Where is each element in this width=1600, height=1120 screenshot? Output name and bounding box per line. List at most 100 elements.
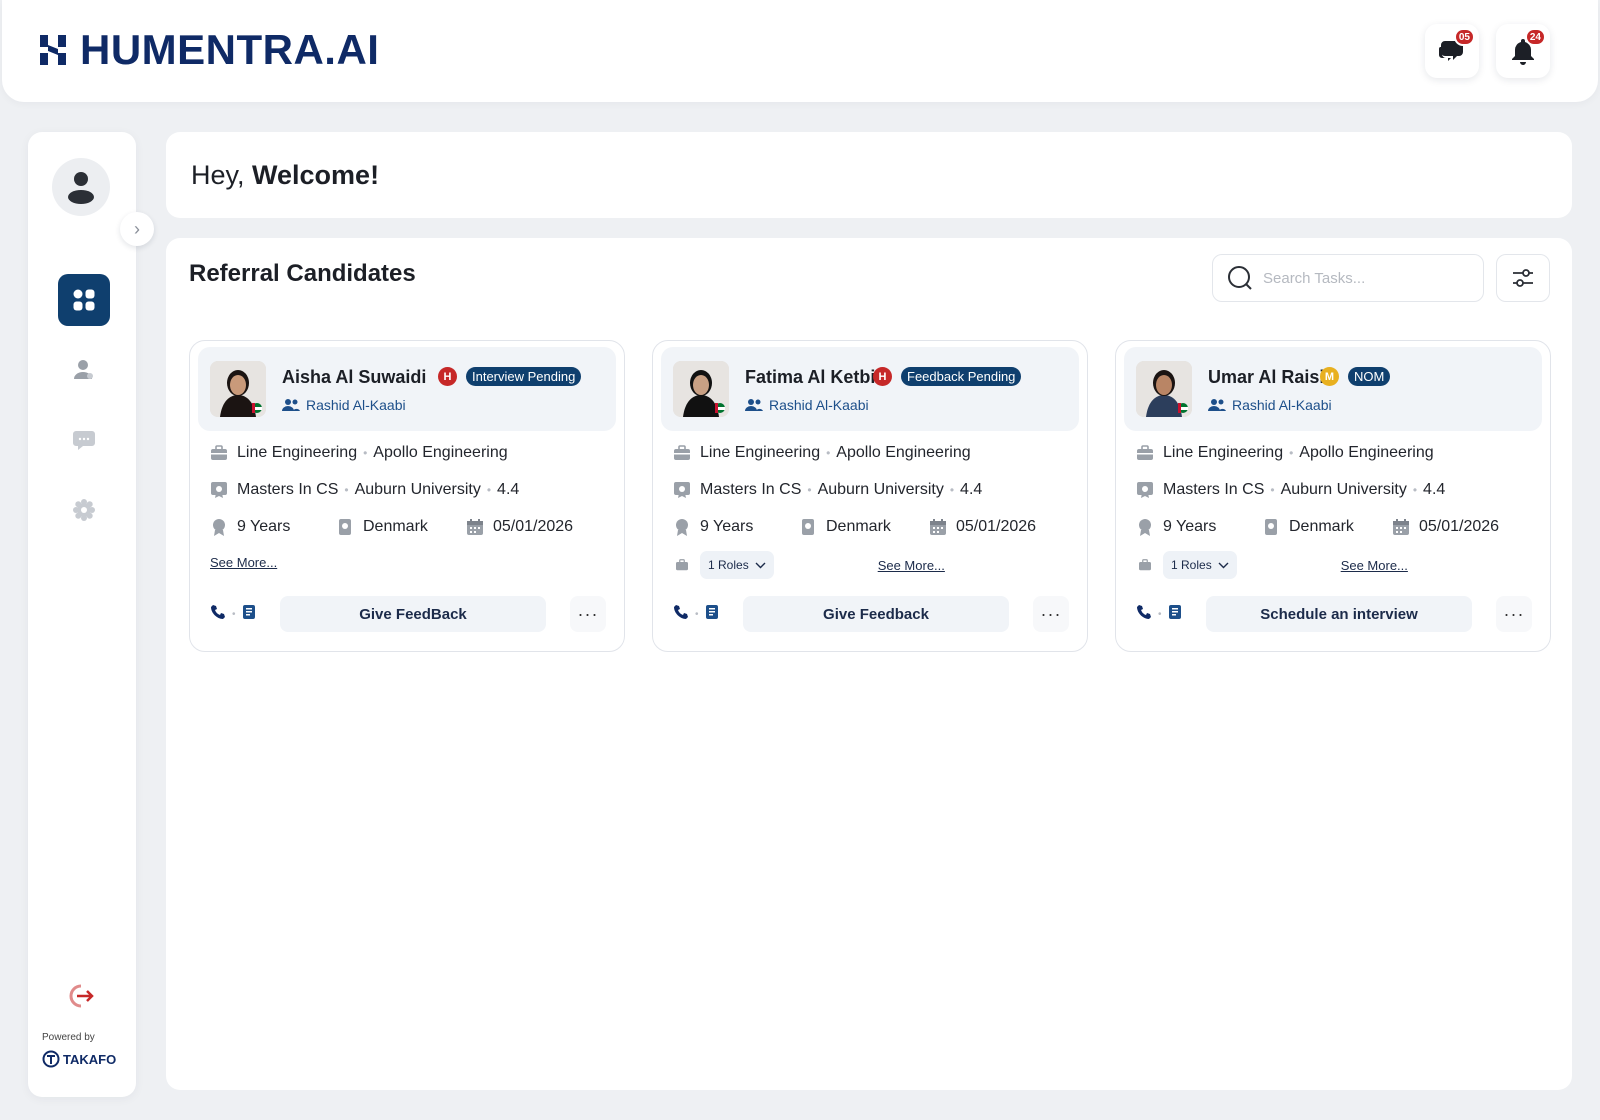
sidebar-item-dashboard[interactable] [58, 274, 110, 326]
separator-dot: • [344, 483, 349, 497]
status-badge: NOM [1348, 367, 1391, 386]
brand-logo[interactable]: HUMENTRA.AI [38, 28, 379, 72]
priority-badge: M [1320, 367, 1339, 386]
country: Denmark [826, 518, 891, 535]
separator-dot: • [232, 608, 236, 620]
briefcase-icon [673, 444, 691, 462]
separator-dot: • [695, 608, 699, 620]
candidate-name[interactable]: Umar Al Raisi [1208, 367, 1324, 388]
primary-action-button[interactable]: Give Feedback [743, 596, 1009, 632]
passport-icon [1262, 518, 1280, 536]
degree: Masters In CS [237, 481, 339, 498]
partner-mark-icon [42, 1050, 60, 1068]
priority-badge: H [438, 367, 457, 386]
resume-icon[interactable] [705, 604, 719, 625]
passport-icon [799, 518, 817, 536]
sidebar-item-settings[interactable] [58, 484, 110, 536]
search-icon [1228, 266, 1252, 290]
chat-icon [73, 431, 95, 450]
welcome-emphasis: Welcome! [252, 160, 380, 190]
candidate-card[interactable]: Umar Al Raisi M NOM Rashid Al-Kaabi Line… [1115, 340, 1551, 652]
meta-row: 9 Years Denmark 05/01/2026 [673, 518, 1036, 536]
messages-button[interactable]: 05 [1425, 24, 1479, 78]
candidate-name[interactable]: Fatima Al Ketbi [745, 367, 875, 388]
candidate-card[interactable]: Fatima Al Ketbi H Feedback Pending Rashi… [652, 340, 1088, 652]
chevron-right-icon: › [134, 218, 140, 239]
phone-icon[interactable] [673, 604, 689, 625]
see-more-link[interactable]: See More... [210, 555, 277, 570]
department: Line Engineering [700, 444, 821, 461]
degree: Masters In CS [700, 481, 802, 498]
candidate-tags: H Feedback Pending [873, 367, 1022, 386]
candidate-header: Aisha Al Suwaidi H Interview Pending Ras… [198, 347, 616, 431]
candidate-photo [673, 361, 729, 417]
referrer-name: Rashid Al-Kaabi [306, 397, 406, 413]
date: 05/01/2026 [493, 518, 574, 535]
country-item: Denmark [1262, 518, 1392, 536]
roles-row: 1 Roles See More... [1136, 551, 1408, 579]
candidate-tags: M NOM [1320, 367, 1391, 386]
contact-icons: • [1136, 604, 1206, 625]
university: Auburn University [817, 481, 944, 498]
separator-dot: • [1158, 608, 1162, 620]
see-more-link[interactable]: See More... [878, 558, 945, 573]
card-actions: • Give FeedBack ··· [210, 595, 606, 633]
see-more-link[interactable]: See More... [1341, 558, 1408, 573]
candidate-name[interactable]: Aisha Al Suwaidi [282, 367, 426, 388]
primary-action-button[interactable]: Schedule an interview [1206, 596, 1472, 632]
resume-icon[interactable] [1168, 604, 1182, 625]
search-input[interactable] [1263, 269, 1463, 287]
user-avatar[interactable] [52, 158, 110, 216]
more-options-button[interactable]: ··· [1496, 596, 1532, 632]
briefcase-icon [1136, 556, 1154, 574]
phone-icon[interactable] [210, 604, 226, 625]
certificate-icon [1136, 481, 1154, 499]
people-icon [282, 399, 300, 411]
separator-dot: • [949, 483, 955, 497]
candidate-card[interactable]: Aisha Al Suwaidi H Interview Pending Ras… [189, 340, 625, 652]
more-options-button[interactable]: ··· [1033, 596, 1069, 632]
calendar-icon [1392, 518, 1410, 536]
date-item: 05/01/2026 [929, 518, 1036, 536]
partner-name: TAKAFO [63, 1051, 117, 1067]
date-item: 05/01/2026 [466, 518, 573, 536]
gear-icon [73, 499, 95, 521]
status-badge: Feedback Pending [901, 367, 1022, 386]
powered-by-label: Powered by [42, 1032, 95, 1043]
resume-icon[interactable] [242, 604, 256, 625]
notifications-button[interactable]: 24 [1496, 24, 1550, 78]
referrer-name: Rashid Al-Kaabi [1232, 397, 1332, 413]
referrer[interactable]: Rashid Al-Kaabi [282, 397, 406, 413]
dashboard-grid-icon [73, 289, 95, 311]
sidebar-item-messages[interactable] [58, 414, 110, 466]
roles-dropdown[interactable]: 1 Roles [1163, 551, 1237, 579]
separator-dot: • [1270, 483, 1275, 497]
meta-row: 9 Years Denmark 05/01/2026 [210, 518, 573, 536]
employment-row: Line Engineering • Apollo Engineering [210, 444, 508, 462]
sidebar-item-candidates[interactable] [58, 344, 110, 396]
filter-button[interactable] [1496, 254, 1550, 302]
experience: 9 Years [237, 518, 291, 535]
referrer[interactable]: Rashid Al-Kaabi [745, 397, 869, 413]
top-bar: HUMENTRA.AI 05 24 [2, 0, 1598, 102]
primary-action-button[interactable]: Give FeedBack [280, 596, 546, 632]
roles-dropdown[interactable]: 1 Roles [700, 551, 774, 579]
welcome-greeting: Hey, [191, 160, 245, 190]
referrer[interactable]: Rashid Al-Kaabi [1208, 397, 1332, 413]
department: Line Engineering [1163, 444, 1284, 461]
education-row: Masters In CS • Auburn University • 4.4 [210, 481, 519, 499]
search-box[interactable] [1212, 254, 1484, 302]
date: 05/01/2026 [1419, 518, 1500, 535]
country: Denmark [1289, 518, 1354, 535]
person-icon [74, 360, 93, 379]
gpa: 4.4 [497, 481, 520, 498]
panel-title: Referral Candidates [189, 260, 416, 287]
more-options-button[interactable]: ··· [570, 596, 606, 632]
education-row: Masters In CS • Auburn University • 4.4 [1136, 481, 1445, 499]
sidebar-expand-button[interactable]: › [120, 212, 154, 246]
more-horizontal-icon: ··· [1040, 603, 1062, 624]
logout-button[interactable] [68, 982, 96, 1010]
candidate-tags: H Interview Pending [438, 367, 582, 386]
messages-count-badge: 05 [1453, 28, 1475, 46]
phone-icon[interactable] [1136, 604, 1152, 625]
